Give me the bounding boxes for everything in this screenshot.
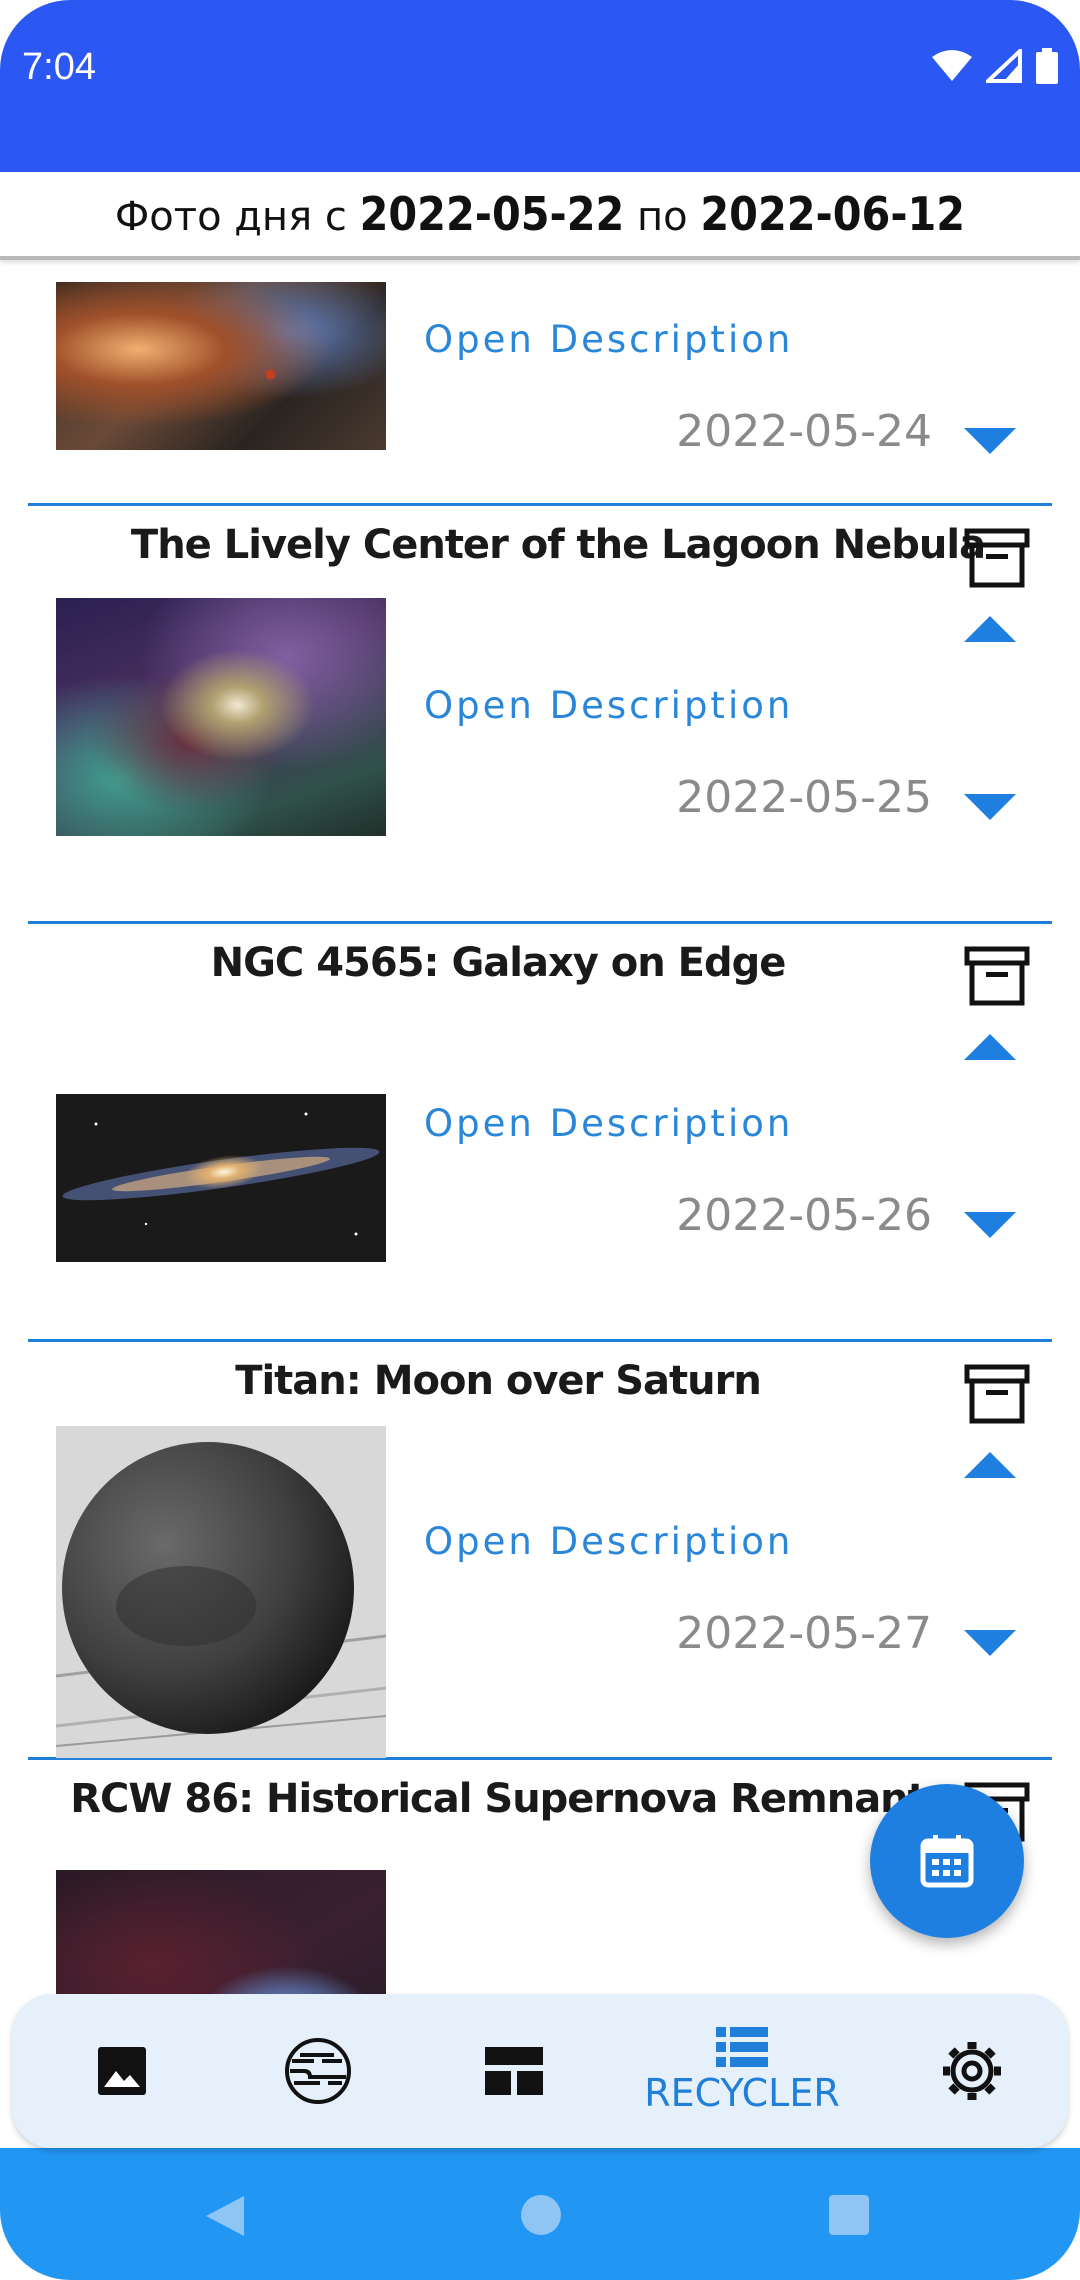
apod-list[interactable]: Open Description 2022-05-24 The Lively C… <box>0 260 1080 2000</box>
list-item: Titan: Moon over Saturn Open Description… <box>28 1342 1052 1760</box>
thumbnail-image[interactable] <box>56 1094 386 1262</box>
archive-icon[interactable] <box>964 528 1030 588</box>
list-item: NGC 4565: Galaxy on Edge Open Descriptio… <box>28 924 1052 1342</box>
open-description-button[interactable]: Open Description <box>424 684 793 727</box>
nav-item-layout[interactable] <box>444 1994 584 2148</box>
item-date: 2022-05-27 <box>676 1608 932 1659</box>
chevron-down-icon[interactable] <box>962 426 1018 456</box>
signal-icon <box>986 49 1022 83</box>
date-range-connector: по <box>637 194 688 240</box>
nav-label-recycler: RECYCLER <box>644 2071 840 2115</box>
archive-icon[interactable] <box>964 946 1030 1006</box>
chevron-down-icon[interactable] <box>962 1628 1018 1658</box>
planet-icon <box>285 2038 351 2104</box>
chevron-up-icon[interactable] <box>962 1450 1018 1480</box>
recents-icon[interactable] <box>828 2194 870 2236</box>
date-range-prefix: Фото дня с <box>114 194 347 240</box>
date-range-header: Фото дня с 2022-05-22 по 2022-06-12 <box>0 172 1080 260</box>
wifi-icon <box>932 50 972 81</box>
list-item: Open Description 2022-05-24 <box>28 260 1052 506</box>
item-title: Titan: Moon over Saturn <box>235 1358 762 1404</box>
status-time: 7:04 <box>22 46 96 88</box>
image-icon <box>98 2047 146 2095</box>
item-title: The Lively Center of the Lagoon Nebula <box>130 522 986 568</box>
item-date: 2022-05-24 <box>676 406 932 457</box>
open-description-button[interactable]: Open Description <box>424 1520 793 1563</box>
thumbnail-image[interactable] <box>56 282 386 450</box>
galaxy-image <box>62 1112 380 1236</box>
thumbnail-image[interactable] <box>56 598 386 836</box>
nav-item-picture[interactable] <box>52 1994 192 2148</box>
nav-item-settings[interactable] <box>902 1994 1042 2148</box>
date-to: 2022-06-12 <box>700 187 966 241</box>
nav-item-planets[interactable] <box>248 1994 388 2148</box>
item-date: 2022-05-25 <box>676 772 932 823</box>
date-range-text: Фото дня с 2022-05-22 по 2022-06-12 <box>115 187 965 241</box>
gear-icon <box>943 2042 1001 2100</box>
chevron-down-icon[interactable] <box>962 1210 1018 1240</box>
nav-item-recycler[interactable]: RECYCLER <box>612 1994 872 2148</box>
system-navigation-bar <box>0 2148 1080 2280</box>
battery-icon <box>1036 48 1058 84</box>
archive-icon[interactable] <box>964 1364 1030 1424</box>
chevron-up-icon[interactable] <box>962 1032 1018 1062</box>
chevron-down-icon[interactable] <box>962 792 1018 822</box>
list-item: The Lively Center of the Lagoon Nebula O… <box>28 506 1052 924</box>
titan-image <box>56 1442 386 1747</box>
item-title: RCW 86: Historical Supernova Remnant <box>70 1776 927 1822</box>
bottom-navigation: RECYCLER <box>12 1994 1068 2148</box>
date-from: 2022-05-22 <box>359 187 625 241</box>
open-description-button[interactable]: Open Description <box>424 1102 793 1145</box>
calendar-icon <box>920 1835 974 1888</box>
open-description-button[interactable]: Open Description <box>424 318 793 361</box>
status-bar: 7:04 <box>0 0 1080 172</box>
item-title: NGC 4565: Galaxy on Edge <box>210 940 787 986</box>
back-icon[interactable] <box>204 2194 246 2238</box>
thumbnail-image[interactable] <box>56 1870 386 2000</box>
status-icons <box>932 48 1058 84</box>
item-date: 2022-05-26 <box>676 1190 932 1241</box>
thumbnail-image[interactable] <box>56 1426 386 1758</box>
chevron-up-icon[interactable] <box>962 614 1018 644</box>
calendar-fab-button[interactable] <box>870 1784 1024 1938</box>
home-icon[interactable] <box>520 2194 562 2236</box>
layout-icon <box>485 2047 543 2095</box>
list-icon <box>716 2027 768 2067</box>
